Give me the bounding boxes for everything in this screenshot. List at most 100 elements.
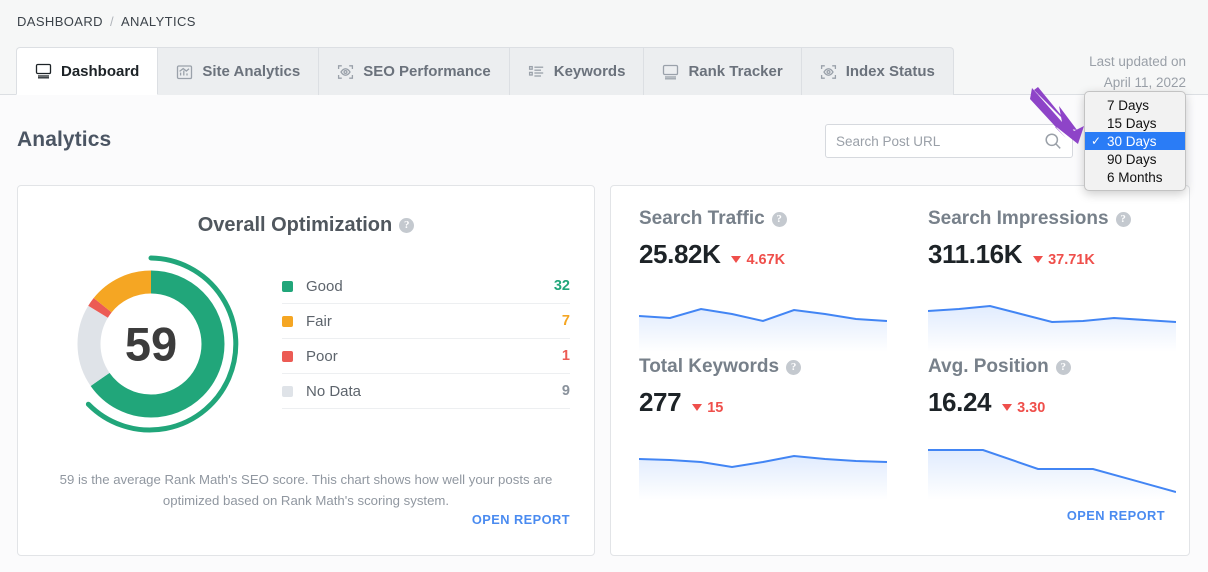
legend-label: Poor [306, 347, 338, 365]
stat-title: Avg. Position ? [928, 356, 1189, 378]
list-icon [528, 64, 545, 80]
sparkline-search-impressions [928, 296, 1176, 352]
tab-rank-tracker[interactable]: Rank Tracker [644, 47, 802, 95]
help-icon[interactable]: ? [1115, 211, 1131, 227]
monitor-icon [662, 64, 679, 80]
tab-label: Keywords [553, 63, 626, 80]
dropdown-option-7-days[interactable]: 7 Days [1085, 96, 1185, 114]
legend-value: 1 [561, 348, 570, 364]
legend-label: Good [306, 277, 343, 295]
search-box [825, 124, 1073, 158]
tab-index-status[interactable]: Index Status [801, 47, 954, 95]
donut-score: 59 [125, 318, 177, 371]
date-range-dropdown[interactable]: 7 Days 15 Days ✓ 30 Days 90 Days 6 Month… [1084, 91, 1186, 191]
stat-title: Search Traffic ? [639, 208, 900, 230]
tab-keywords[interactable]: Keywords [509, 47, 645, 95]
tab-label: Index Status [845, 63, 935, 80]
stat-avg-position: Avg. Position ? 16.24 3.30 [900, 356, 1189, 504]
search-icon[interactable] [1044, 132, 1072, 150]
stat-value-row: 25.82K 4.67K [639, 239, 900, 270]
trend-down-icon [1033, 256, 1044, 263]
optimization-description: 59 is the average Rank Math's SEO score.… [59, 472, 553, 509]
card-title: Overall Optimization ? [18, 214, 594, 237]
monitor-icon [35, 63, 52, 79]
stats-grid: Search Traffic ? 25.82K 4.67K Search Imp… [611, 208, 1189, 504]
optimization-legend: Good 32 Fair 7 Poor 1 No Data 9 [282, 269, 570, 439]
stat-delta: 3.30 [1002, 400, 1045, 416]
overall-optimization-card: Overall Optimization ? 59 Good 32 Fair 7… [17, 185, 595, 556]
legend-value: 7 [561, 313, 570, 329]
stat-total-keywords: Total Keywords ? 277 15 [611, 356, 900, 504]
legend-value: 32 [553, 278, 570, 294]
dropdown-option-label: 30 Days [1107, 133, 1157, 149]
stat-delta: 15 [692, 400, 723, 416]
check-icon: ✓ [1091, 134, 1102, 148]
trend-down-icon [1002, 404, 1013, 411]
help-icon[interactable]: ? [771, 211, 787, 227]
stats-card: Search Traffic ? 25.82K 4.67K Search Imp… [610, 185, 1190, 556]
optimization-body: 59 Good 32 Fair 7 Poor 1 No Data 9 [18, 249, 594, 439]
stat-value: 311.16K [928, 239, 1023, 269]
analytics-page: DASHBOARD / ANALYTICS Dashboard Site Ana… [0, 0, 1208, 572]
legend-row-fair: Fair 7 [282, 304, 570, 339]
legend-label: Fair [306, 312, 332, 330]
legend-label: No Data [306, 382, 362, 400]
last-updated: Last updated on April 11, 2022 [1089, 52, 1186, 94]
eye-scan-icon [337, 64, 354, 80]
dropdown-option-label: 90 Days [1107, 151, 1157, 167]
legend-swatch-poor [282, 350, 293, 362]
stat-value-row: 277 15 [639, 387, 900, 418]
tab-seo-performance[interactable]: SEO Performance [319, 47, 510, 95]
breadcrumb-dashboard[interactable]: DASHBOARD [17, 14, 103, 29]
dropdown-option-6-months[interactable]: 6 Months [1085, 168, 1185, 186]
stat-value-row: 16.24 3.30 [928, 387, 1189, 418]
breadcrumb: DASHBOARD / ANALYTICS [17, 14, 196, 29]
legend-row-good: Good 32 [282, 269, 570, 304]
donut-chart: 59 [42, 249, 260, 439]
stat-delta-value: 3.30 [1017, 399, 1046, 416]
search-input[interactable] [826, 125, 1044, 157]
legend-row-no-data: No Data 9 [282, 374, 570, 409]
stat-title-label: Search Impressions [928, 208, 1109, 229]
stat-search-impressions: Search Impressions ? 311.16K 37.71K [900, 208, 1189, 356]
page-title: Analytics [17, 128, 112, 151]
legend-swatch-no-data [282, 385, 293, 397]
stat-value: 277 [639, 387, 682, 417]
tab-label: Rank Tracker [688, 63, 783, 80]
legend-row-poor: Poor 1 [282, 339, 570, 374]
help-icon[interactable]: ? [786, 359, 802, 375]
trend-down-icon [731, 256, 742, 263]
stat-search-traffic: Search Traffic ? 25.82K 4.67K [611, 208, 900, 356]
stat-title: Total Keywords ? [639, 356, 900, 378]
breadcrumb-separator: / [109, 14, 114, 29]
tabbar: Dashboard Site Analytics SEO Performance… [16, 47, 954, 95]
sparkline-avg-position [928, 444, 1176, 500]
stat-title-label: Search Traffic [639, 208, 765, 229]
stat-title: Search Impressions ? [928, 208, 1189, 230]
dropdown-option-label: 6 Months [1107, 169, 1163, 185]
sparkline-total-keywords [639, 444, 887, 500]
stat-delta-value: 4.67K [746, 251, 786, 268]
bar-chart-icon [176, 64, 193, 80]
open-report-link-stats[interactable]: OPEN REPORT [1067, 508, 1165, 523]
stat-value: 25.82K [639, 239, 721, 269]
help-icon[interactable]: ? [1055, 359, 1071, 375]
dropdown-option-90-days[interactable]: 90 Days [1085, 150, 1185, 168]
legend-swatch-good [282, 280, 293, 292]
trend-down-icon [692, 404, 703, 411]
stat-value: 16.24 [928, 387, 992, 417]
stat-delta: 37.71K [1033, 252, 1095, 268]
tab-site-analytics[interactable]: Site Analytics [158, 47, 320, 95]
tab-label: Site Analytics [202, 63, 301, 80]
legend-swatch-fair [282, 315, 293, 327]
last-updated-label: Last updated on [1089, 54, 1186, 69]
dropdown-option-15-days[interactable]: 15 Days [1085, 114, 1185, 132]
tab-dashboard[interactable]: Dashboard [16, 47, 159, 95]
help-icon[interactable]: ? [399, 218, 415, 233]
tab-label: SEO Performance [363, 63, 491, 80]
stat-value-row: 311.16K 37.71K [928, 239, 1189, 270]
legend-value: 9 [561, 383, 570, 399]
open-report-link-optimization[interactable]: OPEN REPORT [472, 512, 570, 527]
dropdown-option-label: 15 Days [1107, 115, 1157, 131]
dropdown-option-30-days[interactable]: ✓ 30 Days [1085, 132, 1185, 150]
